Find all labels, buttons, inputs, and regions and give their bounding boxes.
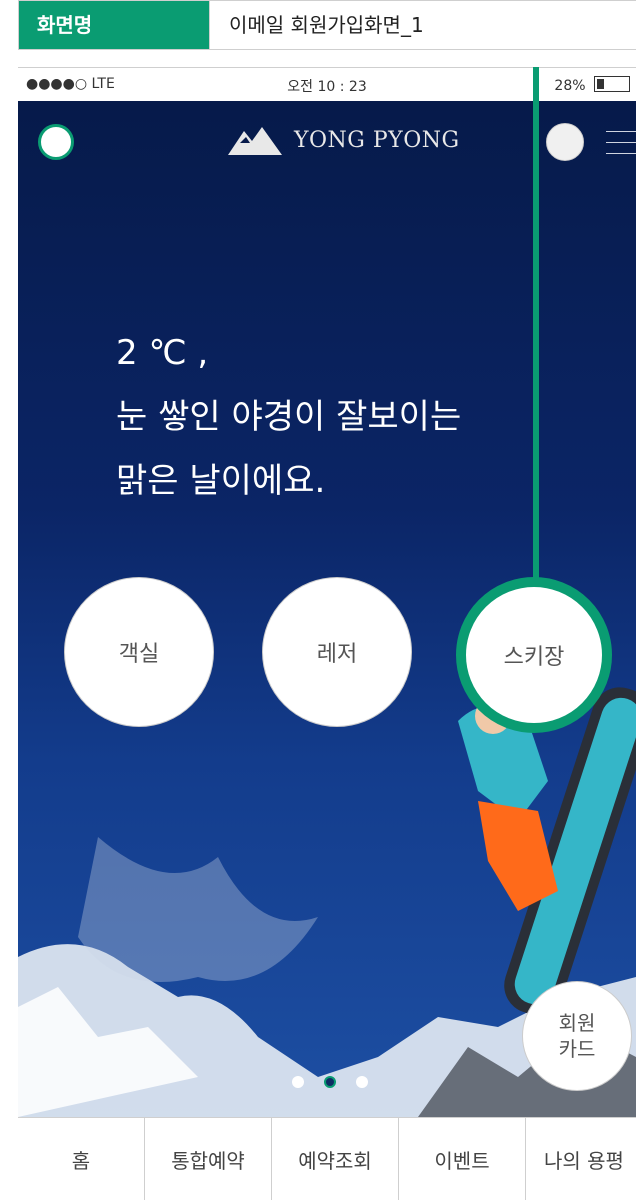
member-card-line-1: 회원 — [558, 1011, 596, 1035]
member-card-button[interactable]: 회원 카드 — [522, 981, 632, 1091]
carousel-indicator — [292, 1076, 388, 1088]
carousel-dot-2[interactable] — [324, 1076, 336, 1088]
tab-my-yongpyong[interactable]: 나의 용평 — [526, 1118, 636, 1200]
battery-status: 28% — [554, 76, 630, 94]
tab-home[interactable]: 홈 — [18, 1118, 145, 1200]
member-card-line-2: 카드 — [558, 1037, 596, 1061]
status-bar: ●●●●○ LTE 오전 10 : 23 28% — [18, 67, 636, 101]
screen-title-label: 화면명 — [19, 1, 209, 49]
hamburger-menu-icon[interactable] — [606, 131, 636, 164]
battery-icon — [594, 76, 630, 92]
status-time: 오전 10 : 23 — [287, 79, 367, 95]
tab-reservation[interactable]: 통합예약 — [145, 1118, 272, 1200]
screen-title-bar: 화면명 이메일 회원가입화면_1 — [18, 0, 636, 50]
title-divider — [209, 1, 210, 49]
avatar[interactable] — [546, 123, 584, 161]
carousel-dot-1[interactable] — [292, 1076, 304, 1088]
phone-screen: ●●●●○ LTE 오전 10 : 23 28% YONG PYONG 2 ℃ … — [18, 67, 636, 1200]
bottom-tab-bar: 홈 통합예약 예약조회 이벤트 나의 용평 — [18, 1117, 636, 1200]
callout-line — [533, 67, 539, 582]
screen-title-value: 이메일 회원가입화면_1 — [229, 13, 424, 37]
battery-percent: 28% — [554, 78, 586, 94]
carousel-dot-3[interactable] — [356, 1076, 368, 1088]
category-leisure-button[interactable]: 레저 — [262, 577, 412, 727]
category-ski-button[interactable]: 스키장 — [456, 577, 612, 733]
logo-text: YONG PYONG — [294, 127, 460, 153]
yongpyong-logo[interactable]: YONG PYONG — [226, 123, 460, 157]
tab-events[interactable]: 이벤트 — [399, 1118, 526, 1200]
weather-line-3: 맑은 날이에요. — [116, 461, 326, 501]
weather-line-2: 눈 쌓인 야경이 잘보이는 — [116, 397, 462, 437]
tab-booking-lookup[interactable]: 예약조회 — [272, 1118, 399, 1200]
category-room-button[interactable]: 객실 — [64, 577, 214, 727]
weather-message: 2 ℃ , 눈 쌓인 야경이 잘보이는 맑은 날이에요. — [116, 321, 461, 513]
weather-temperature: 2 ℃ , — [116, 333, 209, 373]
hero-background: YONG PYONG 2 ℃ , 눈 쌓인 야경이 잘보이는 맑은 날이에요. … — [18, 67, 636, 1117]
left-ring-icon[interactable] — [38, 124, 74, 160]
mountain-logo-icon — [228, 127, 282, 155]
app-top-bar: YONG PYONG — [18, 101, 636, 191]
